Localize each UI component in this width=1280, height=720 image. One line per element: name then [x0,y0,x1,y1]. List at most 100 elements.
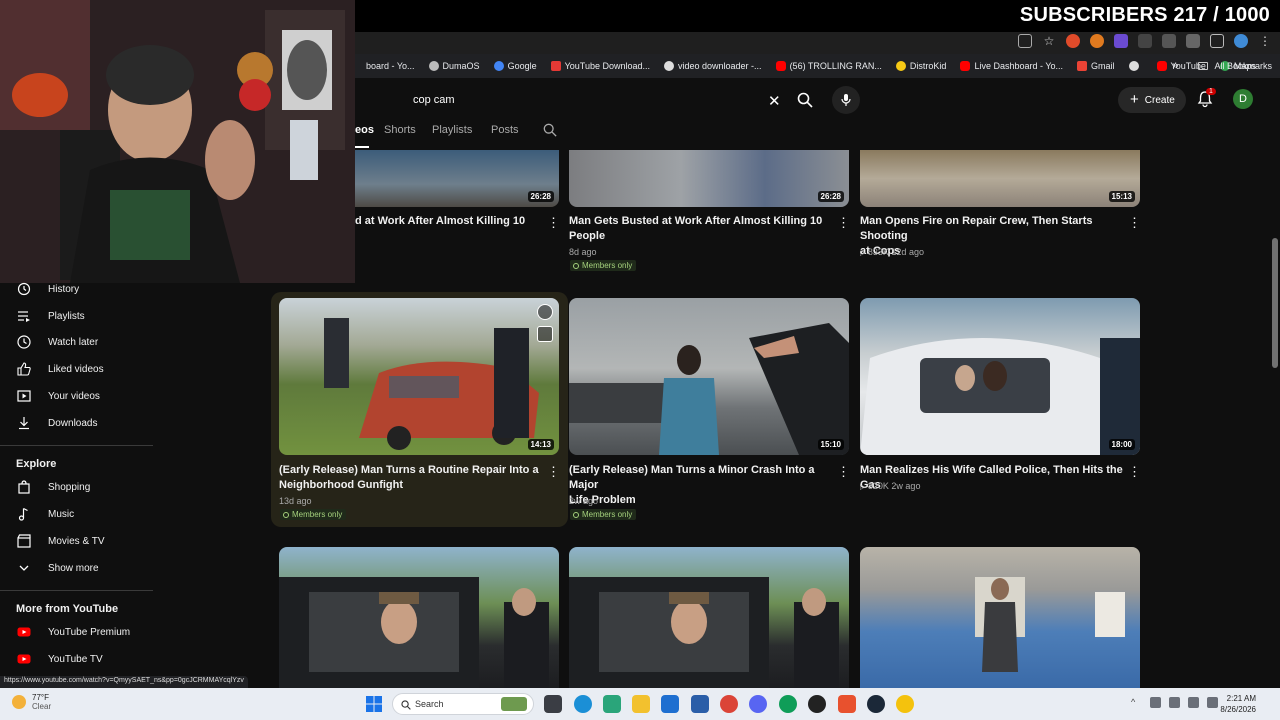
add-to-queue-icon[interactable] [537,326,553,342]
bookmark-item[interactable]: (56) TROLLING RAN... [769,61,889,71]
bookmark-item[interactable] [1122,61,1150,71]
tab-videos[interactable]: eos [355,124,374,136]
bookmark-item[interactable]: Google [487,61,544,71]
tab-shorts[interactable]: Shorts [384,124,416,136]
youtube-logo-icon [17,654,31,664]
file-explorer-icon[interactable] [632,695,650,713]
video-thumbnail[interactable]: 15:13 [860,150,1140,207]
extension-purple-icon[interactable] [1114,34,1128,48]
microphone-icon[interactable] [1150,697,1161,708]
bookmark-item[interactable]: Live Dashboard - Yo... [953,61,1070,71]
sidebar-item-history[interactable]: History [0,278,153,300]
video-title[interactable]: (Early Release) Man Turns a Minor Crash … [569,463,831,508]
video-thumbnail[interactable] [569,547,849,688]
download-icon [19,417,29,430]
sidebar-item-youtube-tv[interactable]: YouTube TV [0,648,153,670]
bookmark-item[interactable]: video downloader -... [657,61,769,71]
store-icon[interactable] [691,695,709,713]
sidebar-item-watch-later[interactable]: Watch later [0,331,153,353]
kebab-menu-icon[interactable]: ⋮ [1258,34,1272,48]
sidebar-item-your-videos[interactable]: Your videos [0,385,153,407]
video-title[interactable]: Man Gets Busted at Work After Almost Kil… [569,214,831,244]
taskbar-clock[interactable]: 2:21 AM 8/26/2026 [1220,693,1256,715]
music-note-icon [18,507,28,521]
bookmarks-overflow-button[interactable]: » [1172,60,1178,72]
watch-later-icon[interactable] [537,304,553,320]
steam-icon[interactable] [867,695,885,713]
chrome-alt-icon[interactable] [779,695,797,713]
sidebar-item-youtube-premium[interactable]: YouTube Premium [0,621,153,643]
page-scrollbar[interactable] [1270,78,1280,688]
norton-icon[interactable] [896,695,914,713]
display-icon[interactable] [1169,697,1180,708]
voice-search-button[interactable] [832,86,860,114]
thumbnail-scene [279,577,549,688]
sidebar-item-downloads[interactable]: Downloads [0,412,153,434]
taskbar-search[interactable]: Search [392,693,534,715]
clear-search-icon[interactable]: ✕ [768,92,781,110]
duration-badge: 26:28 [817,191,844,202]
video-thumbnail[interactable] [860,547,1140,688]
video-title[interactable]: d at Work After Almost Killing 10 [355,214,545,229]
create-button[interactable]: + Create [1118,87,1186,113]
sidebar-item-music[interactable]: Music [0,503,153,525]
sidebar-item-show-more[interactable]: Show more [0,557,153,579]
system-tray: ^ [1131,697,1218,708]
cast-icon[interactable] [1018,34,1032,48]
mail-icon[interactable] [661,695,679,713]
task-view-icon[interactable] [544,695,562,713]
extension-grid-icon[interactable] [1162,34,1176,48]
bookmark-item[interactable]: Gmail [1070,61,1122,71]
star-icon[interactable]: ☆ [1042,34,1056,48]
video-thumbnail[interactable]: 26:28 [355,150,559,207]
bookmark-item[interactable]: DistroKid [889,61,954,71]
windows-start-icon[interactable] [366,696,382,712]
app-close-icon[interactable] [838,695,856,713]
sidebar-item-liked-videos[interactable]: Liked videos [0,358,153,380]
bookmark-item[interactable]: YouTube Download... [544,61,657,71]
copilot-icon[interactable] [603,695,621,713]
sidebar-item-movies-tv[interactable]: Movies & TV [0,530,153,552]
chrome-icon[interactable] [720,695,738,713]
video-thumbnail[interactable] [279,547,559,688]
obs-icon[interactable] [808,695,826,713]
avatar[interactable]: D [1233,89,1253,109]
tab-posts[interactable]: Posts [491,124,519,136]
sidebar-divider [0,590,153,591]
sidebar-item-shopping[interactable]: Shopping [0,476,153,498]
search-button[interactable] [790,86,820,114]
discord-icon[interactable] [749,695,767,713]
channel-search-button[interactable] [543,123,557,140]
wifi-icon[interactable] [1188,697,1199,708]
extension-red-icon[interactable] [1066,34,1080,48]
tab-playlists[interactable]: Playlists [432,124,472,136]
volume-icon[interactable] [1207,697,1218,708]
sidebar-icon[interactable] [1210,34,1224,48]
playlists-icon [18,311,30,322]
chevron-up-icon[interactable]: ^ [1131,697,1142,708]
weather-widget[interactable]: 77°F Clear [12,693,51,711]
more-options-icon[interactable]: ⋮ [837,465,850,478]
search-input[interactable]: cop cam ✕ [400,86,790,114]
more-options-icon[interactable]: ⋮ [837,216,850,229]
profile-icon[interactable] [1234,34,1248,48]
video-thumbnail[interactable]: 26:28 [569,150,849,207]
sidebar-item-playlists[interactable]: Playlists [0,305,153,327]
edge-icon[interactable] [574,695,592,713]
more-options-icon[interactable]: ⋮ [1128,465,1141,478]
video-thumbnail[interactable]: 15:10 [569,298,849,455]
bookmark-item[interactable]: DumaOS [422,61,487,71]
video-thumbnail[interactable]: 14:13 [279,298,559,455]
scrollbar-thumb[interactable] [1272,238,1278,368]
puzzle-icon[interactable] [1186,34,1200,48]
video-title[interactable]: (Early Release) Man Turns a Routine Repa… [279,463,541,493]
video-thumbnail[interactable]: 18:00 [860,298,1140,455]
extension-orange-icon[interactable] [1090,34,1104,48]
more-options-icon[interactable]: ⋮ [547,465,560,478]
all-bookmarks-button[interactable]: All Bookmarks [1214,61,1272,71]
bookmark-item[interactable]: board - Yo... [355,61,422,71]
more-options-icon[interactable]: ⋮ [547,216,560,229]
extension-grey-icon[interactable] [1138,34,1152,48]
more-options-icon[interactable]: ⋮ [1128,216,1141,229]
search-input-value[interactable]: cop cam [413,94,455,106]
